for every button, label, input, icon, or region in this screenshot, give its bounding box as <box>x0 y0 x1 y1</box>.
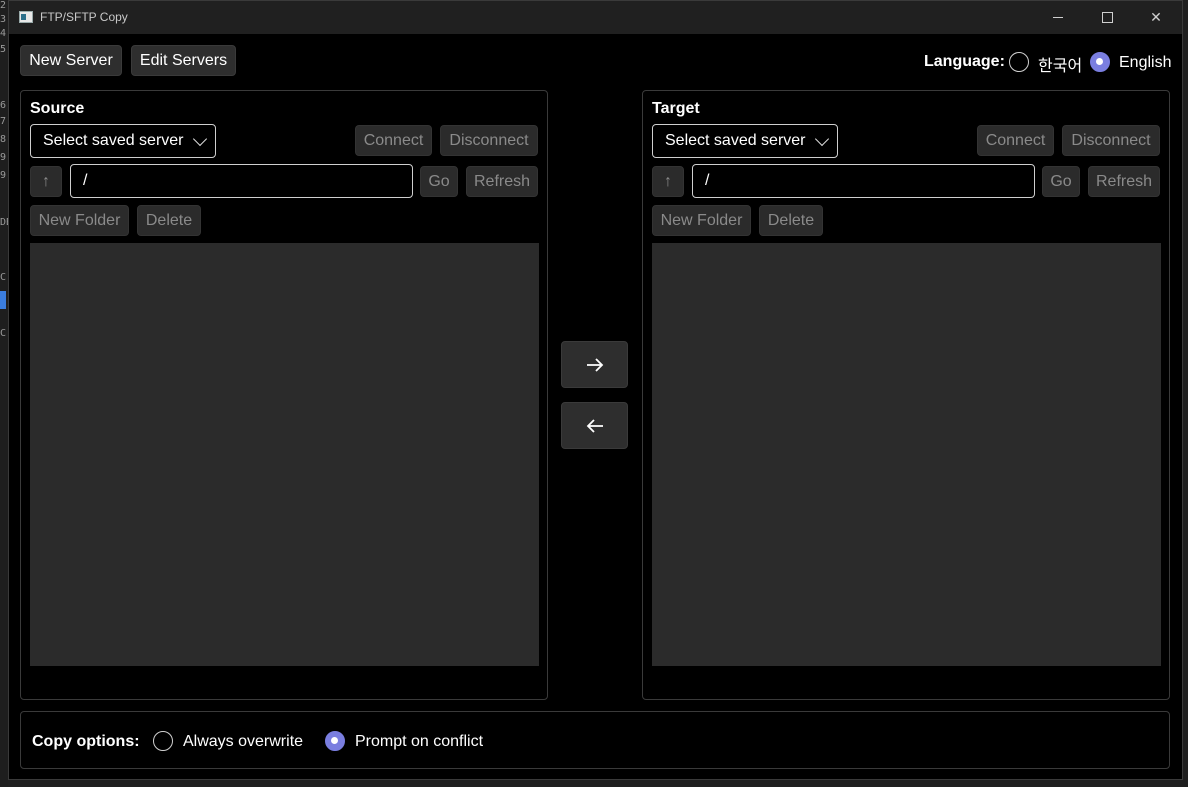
target-file-list[interactable] <box>652 243 1161 666</box>
language-label: Language: <box>924 53 1005 70</box>
source-panel: Source Select saved server Connect Disco… <box>20 90 548 700</box>
target-disconnect-button[interactable]: Disconnect <box>1062 125 1160 156</box>
target-title: Target <box>652 100 700 117</box>
chevron-down-icon <box>814 131 830 147</box>
source-delete-button[interactable]: Delete <box>137 205 201 236</box>
copy-options-label: Copy options: <box>32 733 140 750</box>
copy-to-target-button[interactable] <box>561 341 628 388</box>
language-radio-korean[interactable] <box>1009 52 1029 72</box>
close-button[interactable]: ✕ <box>1132 1 1180 34</box>
language-radio-english[interactable] <box>1090 52 1110 72</box>
source-up-button[interactable]: ↑ <box>30 166 62 197</box>
source-path-input[interactable] <box>70 164 413 198</box>
target-delete-button[interactable]: Delete <box>759 205 823 236</box>
arrow-right-icon <box>586 357 603 372</box>
background-editor-strip: 2345 67899 DB C C <box>0 0 12 787</box>
source-connect-button[interactable]: Connect <box>355 125 432 156</box>
source-refresh-button[interactable]: Refresh <box>466 166 538 197</box>
minimize-button[interactable] <box>1034 1 1082 34</box>
target-server-select[interactable]: Select saved server <box>652 124 838 158</box>
title-bar[interactable]: FTP/SFTP Copy ✕ <box>9 1 1182 34</box>
app-icon <box>19 11 33 23</box>
source-title: Source <box>30 100 85 117</box>
language-option-korean: 한국어 <box>1038 58 1083 75</box>
copy-to-source-button[interactable] <box>561 402 628 449</box>
language-option-english: English <box>1119 54 1172 71</box>
source-file-list[interactable] <box>30 243 539 666</box>
edit-servers-button[interactable]: Edit Servers <box>131 45 236 76</box>
source-go-button[interactable]: Go <box>420 166 458 197</box>
target-panel: Target Select saved server Connect Disco… <box>642 90 1170 700</box>
target-new-folder-button[interactable]: New Folder <box>652 205 751 236</box>
maximize-button[interactable] <box>1083 1 1131 34</box>
target-server-select-label: Select saved server <box>665 132 806 149</box>
target-refresh-button[interactable]: Refresh <box>1088 166 1160 197</box>
arrow-up-icon: ↑ <box>42 172 50 190</box>
source-server-select-label: Select saved server <box>43 132 184 149</box>
source-server-select[interactable]: Select saved server <box>30 124 216 158</box>
target-connect-button[interactable]: Connect <box>977 125 1054 156</box>
arrow-up-icon: ↑ <box>664 172 672 190</box>
copy-options-panel: Copy options: Always overwrite Prompt on… <box>20 711 1170 769</box>
app-window: FTP/SFTP Copy ✕ New Server Edit Servers … <box>8 0 1183 780</box>
target-up-button[interactable]: ↑ <box>652 166 684 197</box>
source-new-folder-button[interactable]: New Folder <box>30 205 129 236</box>
chevron-down-icon <box>192 131 208 147</box>
new-server-button[interactable]: New Server <box>20 45 122 76</box>
always-overwrite-label: Always overwrite <box>183 733 304 750</box>
target-go-button[interactable]: Go <box>1042 166 1080 197</box>
source-disconnect-button[interactable]: Disconnect <box>440 125 538 156</box>
prompt-on-conflict-radio[interactable] <box>325 731 345 751</box>
window-title: FTP/SFTP Copy <box>40 10 128 24</box>
target-path-input[interactable] <box>692 164 1035 198</box>
always-overwrite-radio[interactable] <box>153 731 173 751</box>
prompt-on-conflict-label: Prompt on conflict <box>355 733 484 750</box>
arrow-left-icon <box>586 418 603 433</box>
